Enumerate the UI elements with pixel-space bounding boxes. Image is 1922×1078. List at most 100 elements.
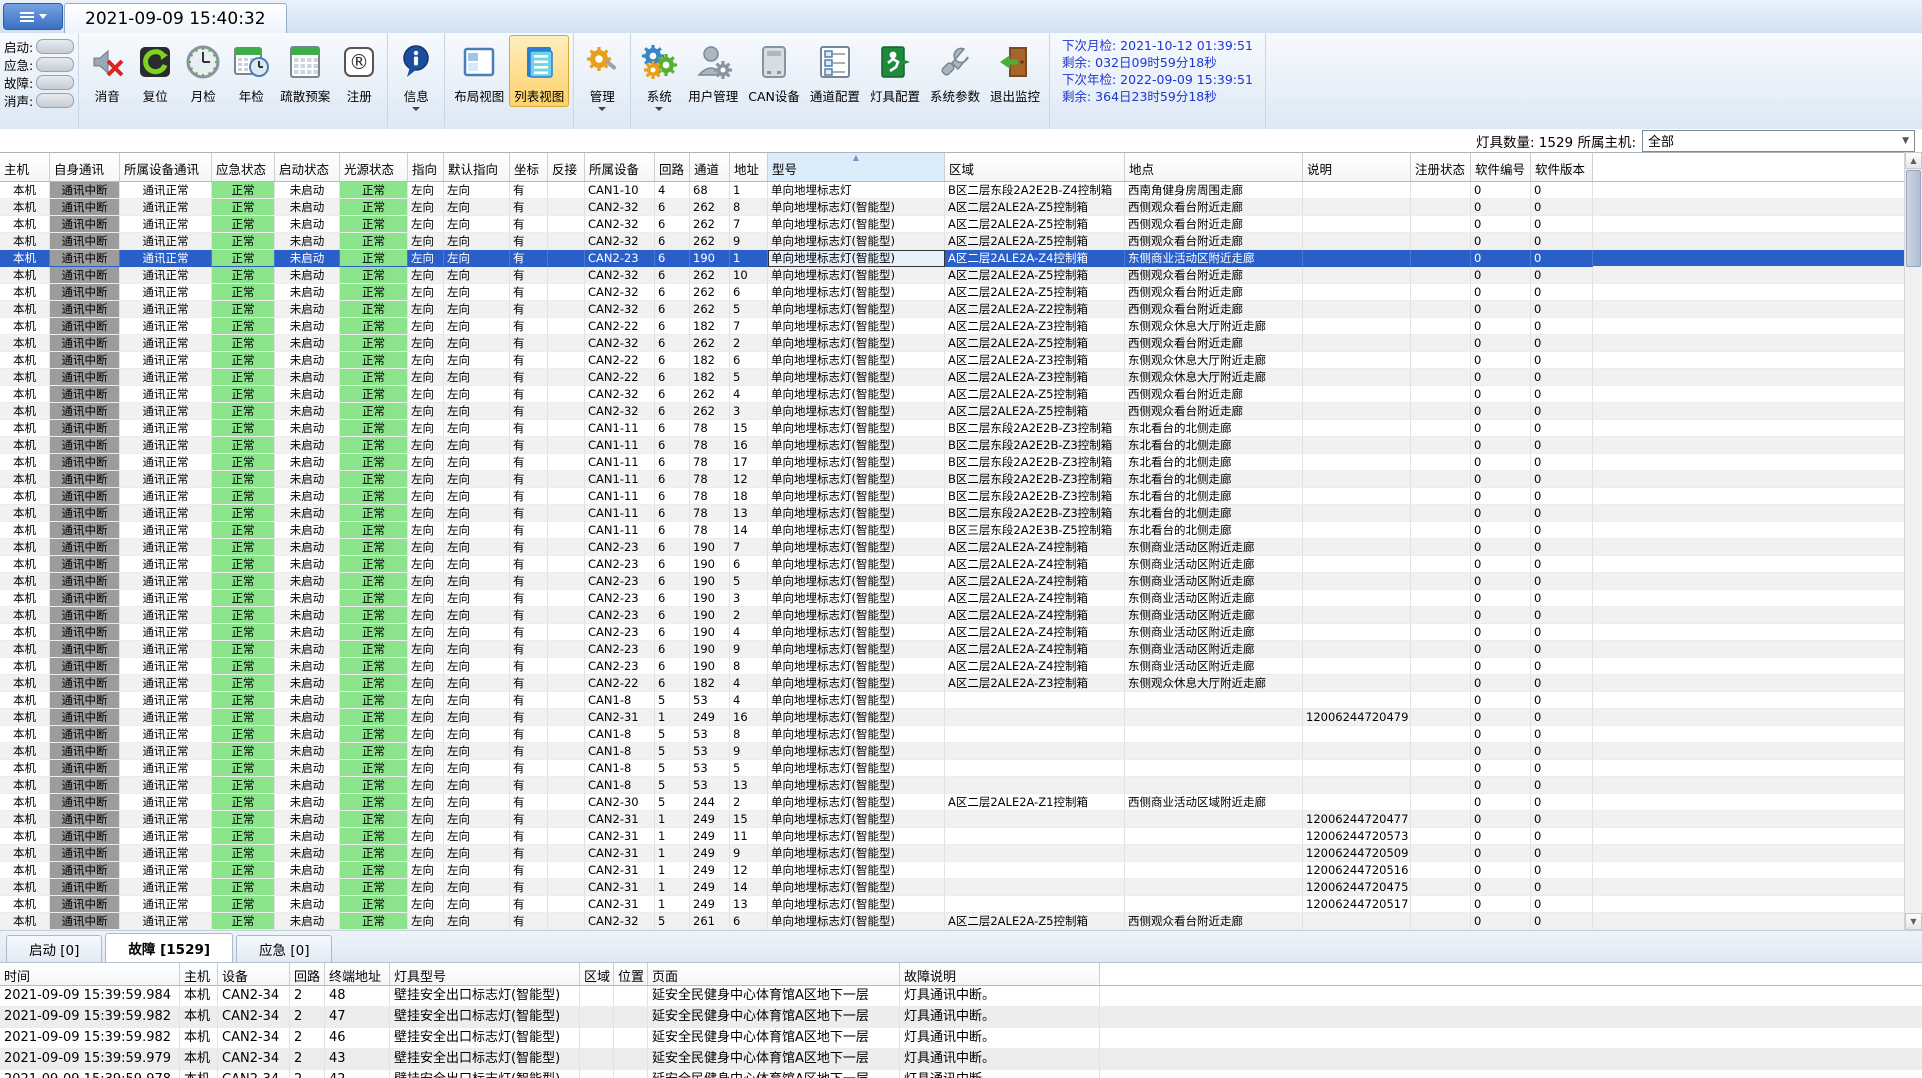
column-header[interactable]: 设备 — [218, 963, 290, 985]
column-header[interactable]: 回路 — [655, 153, 690, 181]
monthly-check-button[interactable]: 月检 — [179, 35, 227, 107]
host-select-combobox[interactable]: 全部 ▼ — [1642, 129, 1915, 152]
tab-inactive[interactable]: 启动 [0] — [6, 935, 103, 962]
table-row[interactable]: 本机 通讯中断 通讯正常 正常 未启动 正常 左向 左向有 CAN1-11 6 78 13 单向地埋标志… — [0, 505, 1905, 522]
lamp-config-button[interactable]: 灯具配置 — [865, 35, 925, 107]
table-row[interactable]: 本机 通讯中断 通讯正常 正常 未启动 正常 左向 左向有 CAN1-11 6 78 17 单向地埋标志… — [0, 454, 1905, 471]
table-row[interactable]: 本机 通讯中断 通讯正常 正常 未启动 正常 左向 左向有 CAN2-32 6 262 5 单向地埋标志… — [0, 301, 1905, 318]
reset-button[interactable]: 复位 — [131, 35, 179, 107]
tab-active[interactable]: 故障 [1529] — [105, 933, 234, 962]
table-row[interactable]: 本机 通讯中断 通讯正常 正常 未启动 正常 左向 左向有 CAN1-8 5 53 13 单向地埋标志灯… — [0, 777, 1905, 794]
table-row[interactable]: 本机 通讯中断 通讯正常 正常 未启动 正常 左向 左向有 CAN2-32 6 262 8 单向地埋标志… — [0, 199, 1905, 216]
table-row[interactable]: 本机 通讯中断 通讯正常 正常 未启动 正常 左向 左向有 CAN1-10 4 68 1 单向地埋标志灯… — [0, 182, 1905, 199]
column-header[interactable]: 指向 — [408, 153, 444, 181]
channel-config-button[interactable]: 通道配置 — [805, 35, 865, 107]
column-header[interactable]: 区域 — [580, 963, 614, 985]
table-row[interactable]: 本机 通讯中断 通讯正常 正常 未启动 正常 左向 左向有 CAN2-23 6 190 1 单向地埋标志… — [0, 250, 1905, 267]
column-header[interactable]: 软件版本 — [1531, 153, 1593, 181]
table-row[interactable]: 本机 通讯中断 通讯正常 正常 未启动 正常 左向 左向有 CAN2-31 1 249 12 单向地埋标… — [0, 862, 1905, 879]
exit-monitor-button[interactable]: 退出监控 — [985, 35, 1045, 107]
column-header[interactable]: 软件编号 — [1471, 153, 1531, 181]
tab-inactive[interactable]: 应急 [0] — [236, 935, 333, 962]
table-row[interactable]: 本机 通讯中断 通讯正常 正常 未启动 正常 左向 左向有 CAN2-22 6 182 7 单向地埋标志… — [0, 318, 1905, 335]
main-menu-button[interactable] — [3, 3, 63, 30]
table-row[interactable]: 本机 通讯中断 通讯正常 正常 未启动 正常 左向 左向有 CAN2-32 5 261 6 单向地埋标志… — [0, 913, 1905, 930]
manage-button[interactable]: 管理 — [578, 35, 626, 113]
column-header[interactable]: 注册状态 — [1411, 153, 1471, 181]
column-header[interactable]: 时间 — [0, 963, 180, 985]
column-header[interactable]: 故障说明 — [900, 963, 1100, 985]
table-row[interactable]: 本机 通讯中断 通讯正常 正常 未启动 正常 左向 左向有 CAN2-32 6 262 3 单向地埋标志… — [0, 403, 1905, 420]
table-row[interactable]: 2021-09-09 15:39:59.984 本机 CAN2-34 2 48 壁挂安全出… — [0, 986, 1922, 1007]
current-time-tab[interactable]: 2021-09-09 15:40:32 — [64, 3, 287, 33]
column-header[interactable]: 默认指向 — [444, 153, 510, 181]
table-row[interactable]: 本机 通讯中断 通讯正常 正常 未启动 正常 左向 左向有 CAN1-8 5 53 4 单向地埋标志灯(… — [0, 692, 1905, 709]
table-row[interactable]: 本机 通讯中断 通讯正常 正常 未启动 正常 左向 左向有 CAN1-11 6 78 12 单向地埋标志… — [0, 471, 1905, 488]
column-header[interactable]: 回路 — [290, 963, 325, 985]
system-params-button[interactable]: 系统参数 — [925, 35, 985, 107]
table-row[interactable]: 本机 通讯中断 通讯正常 正常 未启动 正常 左向 左向有 CAN2-23 6 190 2 单向地埋标志… — [0, 607, 1905, 624]
scrollbar-thumb[interactable] — [1906, 170, 1921, 267]
scroll-up-button[interactable]: ▲ — [1905, 152, 1922, 169]
column-header[interactable]: 坐标 — [510, 153, 548, 181]
table-row[interactable]: 本机 通讯中断 通讯正常 正常 未启动 正常 左向 左向有 CAN2-32 6 262 4 单向地埋标志… — [0, 386, 1905, 403]
table-row[interactable]: 2021-09-09 15:39:59.979 本机 CAN2-34 2 43 壁挂安全出… — [0, 1049, 1922, 1070]
layout-view-button[interactable]: 布局视图 — [449, 35, 509, 107]
can-device-button[interactable]: CAN设备 — [743, 35, 805, 107]
table-row[interactable]: 本机 通讯中断 通讯正常 正常 未启动 正常 左向 左向有 CAN2-31 1 249 16 单向地埋标… — [0, 709, 1905, 726]
column-header[interactable]: 灯具型号 — [390, 963, 580, 985]
table-row[interactable]: 本机 通讯中断 通讯正常 正常 未启动 正常 左向 左向有 CAN2-31 1 249 9 单向地埋标志… — [0, 845, 1905, 862]
table-row[interactable]: 本机 通讯中断 通讯正常 正常 未启动 正常 左向 左向有 CAN1-11 6 78 14 单向地埋标志… — [0, 522, 1905, 539]
column-header[interactable]: 地点 — [1125, 153, 1303, 181]
column-header[interactable]: 说明 — [1303, 153, 1411, 181]
column-header[interactable]: 启动状态 — [275, 153, 340, 181]
list-view-button[interactable]: 列表视图 — [509, 35, 570, 107]
evacuation-plan-button[interactable]: 疏散预案 — [275, 35, 335, 107]
column-header[interactable]: 自身通讯 — [50, 153, 120, 181]
table-row[interactable]: 本机 通讯中断 通讯正常 正常 未启动 正常 左向 左向有 CAN2-32 6 262 9 单向地埋标志… — [0, 233, 1905, 250]
column-header[interactable]: 页面 — [648, 963, 900, 985]
column-header[interactable]: 区域 — [945, 153, 1125, 181]
table-row[interactable]: 本机 通讯中断 通讯正常 正常 未启动 正常 左向 左向有 CAN2-23 6 190 7 单向地埋标志… — [0, 539, 1905, 556]
table-row[interactable]: 本机 通讯中断 通讯正常 正常 未启动 正常 左向 左向有 CAN2-32 6 262 7 单向地埋标志… — [0, 216, 1905, 233]
table-row[interactable]: 本机 通讯中断 通讯正常 正常 未启动 正常 左向 左向有 CAN2-23 6 190 9 单向地埋标志… — [0, 641, 1905, 658]
table-row[interactable]: 本机 通讯中断 通讯正常 正常 未启动 正常 左向 左向有 CAN2-31 1 249 14 单向地埋标… — [0, 879, 1905, 896]
scroll-down-button[interactable]: ▼ — [1905, 913, 1922, 930]
table-row[interactable]: 本机 通讯中断 通讯正常 正常 未启动 正常 左向 左向有 CAN2-30 5 244 2 单向地埋标志… — [0, 794, 1905, 811]
info-button[interactable]: 信息 — [392, 35, 440, 113]
table-row[interactable]: 本机 通讯中断 通讯正常 正常 未启动 正常 左向 左向有 CAN2-22 6 182 6 单向地埋标志… — [0, 352, 1905, 369]
table-row[interactable]: 本机 通讯中断 通讯正常 正常 未启动 正常 左向 左向有 CAN2-31 1 249 13 单向地埋标… — [0, 896, 1905, 913]
column-header[interactable]: 所属设备通讯 — [120, 153, 212, 181]
table-row[interactable]: 本机 通讯中断 通讯正常 正常 未启动 正常 左向 左向有 CAN1-11 6 78 15 单向地埋标志… — [0, 420, 1905, 437]
table-row[interactable]: 本机 通讯中断 通讯正常 正常 未启动 正常 左向 左向有 CAN1-11 6 78 18 单向地埋标志… — [0, 488, 1905, 505]
table-row[interactable]: 本机 通讯中断 通讯正常 正常 未启动 正常 左向 左向有 CAN2-23 6 190 4 单向地埋标志… — [0, 624, 1905, 641]
column-header[interactable]: 主机 — [0, 153, 50, 181]
table-row[interactable]: 本机 通讯中断 通讯正常 正常 未启动 正常 左向 左向有 CAN2-31 1 249 15 单向地埋标… — [0, 811, 1905, 828]
column-header[interactable]: 位置 — [614, 963, 648, 985]
column-header[interactable]: 地址 — [730, 153, 768, 181]
column-header[interactable]: 主机 — [180, 963, 218, 985]
table-row[interactable]: 2021-09-09 15:39:59.978本机CAN2-34242壁挂安全出… — [0, 1070, 1922, 1078]
vertical-scrollbar[interactable]: ▲ ▼ — [1904, 152, 1922, 930]
table-row[interactable]: 本机 通讯中断 通讯正常 正常 未启动 正常 左向 左向有 CAN1-11 6 78 16 单向地埋标志… — [0, 437, 1905, 454]
user-management-button[interactable]: 用户管理 — [683, 35, 743, 107]
table-row[interactable]: 本机 通讯中断 通讯正常 正常 未启动 正常 左向 左向有 CAN2-23 6 190 5 单向地埋标志… — [0, 573, 1905, 590]
column-header[interactable]: 应急状态 — [212, 153, 275, 181]
table-row[interactable]: 2021-09-09 15:39:59.982 本机 CAN2-34 2 46 壁挂安全出… — [0, 1028, 1922, 1049]
column-header[interactable]: 通道 — [690, 153, 730, 181]
table-row[interactable]: 本机 通讯中断 通讯正常 正常 未启动 正常 左向 左向有 CAN2-32 6 262 6 单向地埋标志… — [0, 284, 1905, 301]
mute-button[interactable]: 消音 — [83, 35, 131, 107]
table-row[interactable]: 本机 通讯中断 通讯正常 正常 未启动 正常 左向 左向有 CAN2-22 6 182 4 单向地埋标志… — [0, 675, 1905, 692]
table-row[interactable]: 2021-09-09 15:39:59.982 本机 CAN2-34 2 47 壁挂安全出… — [0, 1007, 1922, 1028]
table-row[interactable]: 本机 通讯中断 通讯正常 正常 未启动 正常 左向 左向有 CAN2-32 6 262 10 单向地埋标… — [0, 267, 1905, 284]
column-header[interactable]: 终端地址 — [325, 963, 390, 985]
register-button[interactable]: ® 注册 — [335, 35, 383, 107]
table-row[interactable]: 本机 通讯中断 通讯正常 正常 未启动 正常 左向 左向有 CAN2-31 1 249 11 单向地埋标… — [0, 828, 1905, 845]
table-row[interactable]: 本机 通讯中断 通讯正常 正常 未启动 正常 左向 左向有 CAN2-22 6 182 5 单向地埋标志… — [0, 369, 1905, 386]
system-button[interactable]: 系统 — [635, 35, 683, 113]
table-row[interactable]: 本机 通讯中断 通讯正常 正常 未启动 正常 左向 左向有 CAN1-8 5 53 8 单向地埋标志灯(… — [0, 726, 1905, 743]
column-header[interactable]: 反接 — [548, 153, 585, 181]
table-row[interactable]: 本机 通讯中断 通讯正常 正常 未启动 正常 左向 左向有 CAN2-23 6 190 3 单向地埋标志… — [0, 590, 1905, 607]
table-row[interactable]: 本机 通讯中断 通讯正常 正常 未启动 正常 左向 左向有 CAN1-8 5 53 5 单向地埋标志灯(… — [0, 760, 1905, 777]
annual-check-button[interactable]: 年检 — [227, 35, 275, 107]
